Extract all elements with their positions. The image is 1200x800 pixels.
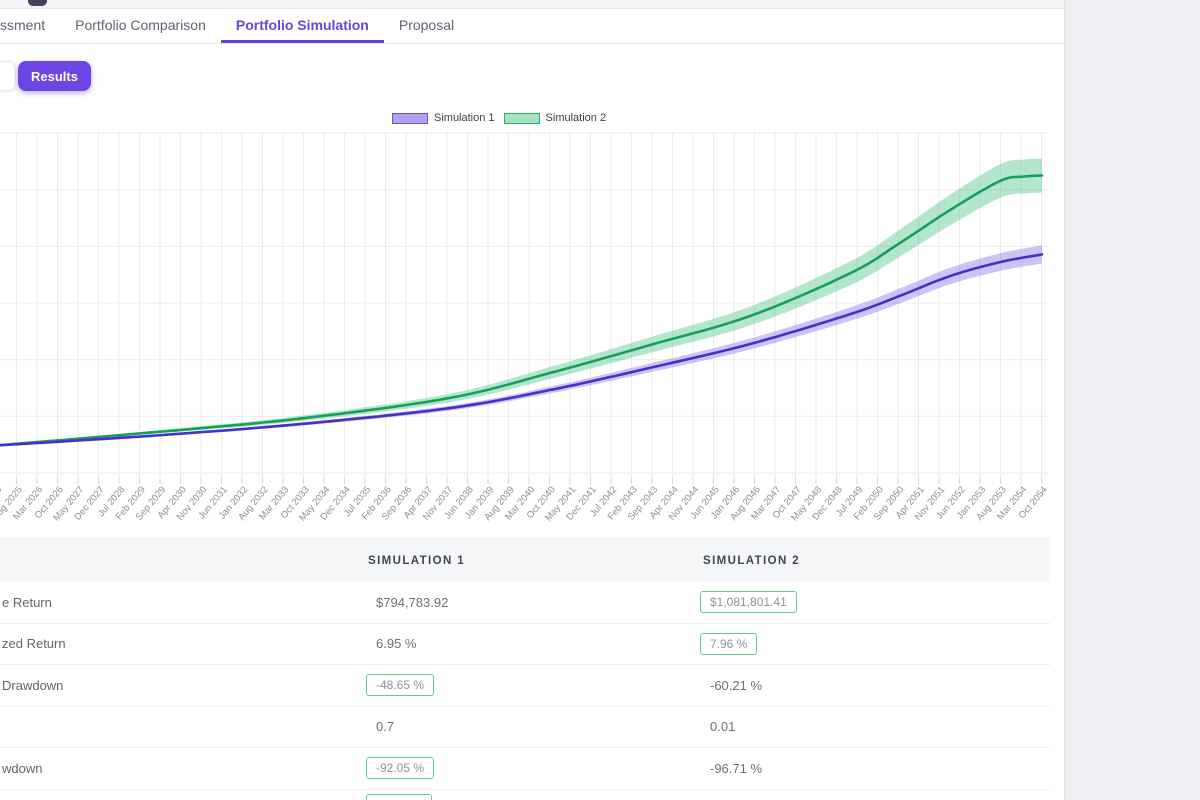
highlighted-value-box: $1,081,801.41 — [700, 591, 797, 613]
table-body: e Return $794,783.92 $1,081,801.41 zed Retu… — [0, 582, 1050, 800]
tab-ssment[interactable]: ssment — [0, 10, 60, 43]
simulation-1-line — [0, 254, 1042, 445]
tab-portfolio-comparison[interactable]: Portfolio Comparison — [60, 10, 221, 43]
metric-label: Drawdown — [2, 665, 63, 706]
table-header-row: S SIMULATION 1 SIMULATION 2 — [0, 538, 1050, 582]
sim2-value: -60.21 % — [710, 665, 762, 706]
simulation-2-swatch-icon — [504, 113, 540, 124]
metric-label: zed Return — [2, 624, 66, 665]
content-panel: ssmentPortfolio ComparisonPortfolio Simu… — [0, 0, 1064, 800]
table-row-4: 0.7 0.01 — [0, 707, 1050, 749]
simulation-1-swatch-icon — [392, 113, 428, 124]
table-row-1: e Return $794,783.92 $1,081,801.41 — [0, 582, 1050, 624]
right-gutter — [1064, 0, 1200, 800]
results-button[interactable]: Results — [18, 61, 91, 91]
sim1-value: $794,783.92 — [376, 582, 448, 623]
tab-bar: ssmentPortfolio ComparisonPortfolio Simu… — [0, 10, 1064, 44]
sim1-value: 0.7 — [376, 707, 394, 748]
legend-label: Simulation 2 — [546, 112, 607, 124]
legend-item-simulation-2[interactable]: Simulation 2 — [504, 112, 607, 124]
tab-proposal[interactable]: Proposal — [384, 10, 469, 43]
highlighted-value-box: -92.05 % — [366, 757, 434, 779]
highlighted-value-box: 7.96 % — [700, 633, 757, 655]
column-header-simulation-2: SIMULATION 2 — [703, 539, 800, 583]
table-row-2: zed Return 6.95 % 7.96 % — [0, 624, 1050, 666]
sim2-value: 7.96 % — [700, 624, 757, 665]
sim2-value: $1,081,801.41 — [700, 582, 797, 623]
x-axis-labels: Jan 2025Aug 2025Mar 2026Oct 2026May 2027… — [0, 484, 1050, 523]
simulation-1-band — [0, 245, 1042, 445]
series — [0, 159, 1042, 446]
table-row-5: wdown -92.05 % -96.71 % — [0, 748, 1050, 790]
metric-header-fragment: S — [0, 539, 4, 583]
sim1-value: -48.65 % — [366, 665, 434, 706]
chart-legend: Simulation 1 Simulation 2 — [392, 112, 606, 124]
metric-label: wdown — [2, 748, 42, 789]
legend-item-simulation-1[interactable]: Simulation 1 — [392, 112, 495, 124]
simulation-2-line — [0, 176, 1042, 446]
highlighted-value-box: -48.65 % — [366, 674, 434, 696]
metric-label: e Return — [2, 582, 52, 623]
simulation-chart: Jan 2025Aug 2025Mar 2026Oct 2026May 2027… — [0, 130, 1064, 538]
cutoff-header-pill — [28, 0, 47, 6]
segmented-button-fragment[interactable] — [0, 61, 16, 91]
sim2-value: -96.71 % — [710, 748, 762, 789]
tab-portfolio-simulation[interactable]: Portfolio Simulation — [221, 10, 384, 43]
sim1-value: -92.05 % — [366, 748, 434, 789]
column-header-simulation-1: SIMULATION 1 — [368, 539, 465, 583]
highlighted-value-box — [366, 794, 432, 800]
legend-label: Simulation 1 — [434, 112, 495, 124]
sim2-value: 0.01 — [710, 707, 735, 748]
results-table: S SIMULATION 1 SIMULATION 2 e Return $794… — [0, 538, 1050, 800]
table-row-partial — [0, 790, 1050, 800]
table-row-3: Drawdown -48.65 % -60.21 % — [0, 665, 1050, 707]
sim1-value: 6.95 % — [376, 624, 416, 665]
top-strip — [0, 0, 1064, 9]
